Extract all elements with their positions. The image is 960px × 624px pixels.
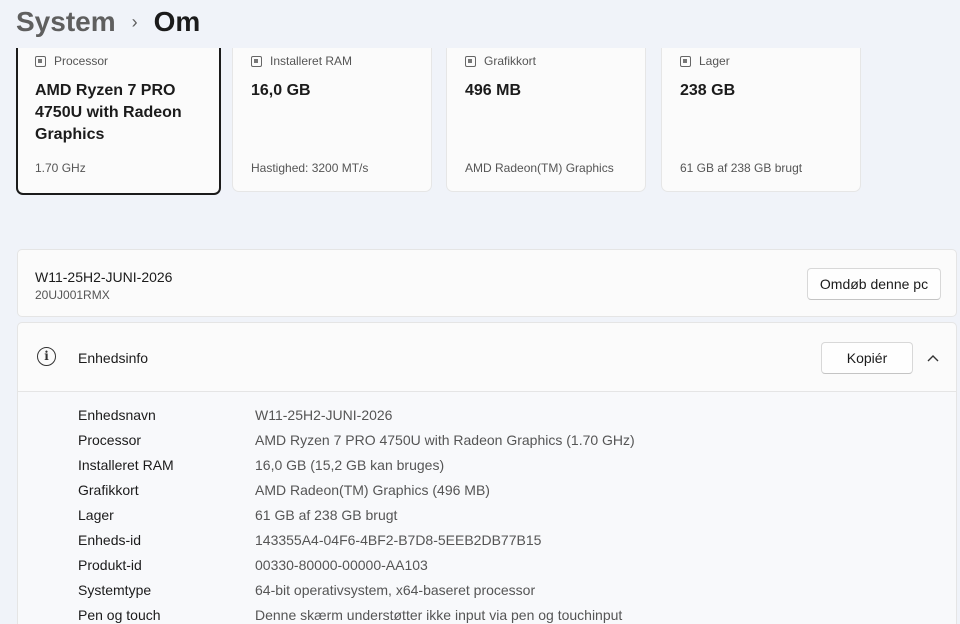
breadcrumb: System › Om bbox=[16, 0, 200, 44]
device-model: 20UJ001RMX bbox=[35, 288, 110, 302]
info-value: 143355A4-04F6-4BF2-B7D8-5EEB2DB77B15 bbox=[255, 531, 542, 548]
card-label: Installeret RAM bbox=[270, 54, 353, 68]
graphics-card-icon bbox=[465, 55, 476, 67]
info-row: Pen og touch Denne skærm understøtter ikk… bbox=[78, 602, 635, 624]
info-row: Enheds-id 143355A4-04F6-4BF2-B7D8-5EEB2DB… bbox=[78, 527, 635, 552]
info-row: Installeret RAM 16,0 GB (15,2 GB kan brug… bbox=[78, 452, 635, 477]
ram-icon bbox=[251, 55, 262, 67]
info-row: Lager 61 GB af 238 GB brugt bbox=[78, 502, 635, 527]
info-value: 61 GB af 238 GB brugt bbox=[255, 506, 398, 523]
info-key: Produkt-id bbox=[78, 556, 142, 573]
chevron-right-icon: › bbox=[131, 12, 138, 32]
breadcrumb-system[interactable]: System bbox=[16, 8, 116, 36]
info-row: Enhedsnavn W11-25H2-JUNI-2026 bbox=[78, 402, 635, 427]
info-value: 16,0 GB (15,2 GB kan bruges) bbox=[255, 456, 445, 473]
card-storage[interactable]: Lager 238 GB 61 GB af 238 GB brugt bbox=[661, 48, 861, 192]
info-icon: i bbox=[37, 347, 56, 366]
info-row: Produkt-id 00330-80000-00000-AA103 bbox=[78, 552, 635, 577]
info-row: Systemtype 64-bit operativsystem, x64-bas… bbox=[78, 577, 635, 602]
device-name-panel: W11-25H2-JUNI-2026 20UJ001RMX Omdøb denn… bbox=[17, 249, 957, 317]
info-value: Denne skærm understøtter ikke input via … bbox=[255, 606, 623, 623]
processor-icon bbox=[35, 55, 46, 67]
info-key: Lager bbox=[78, 506, 114, 523]
card-processor[interactable]: Processor AMD Ryzen 7 PRO 4750U with Rad… bbox=[16, 48, 221, 195]
storage-icon bbox=[680, 55, 691, 67]
info-key: Processor bbox=[78, 431, 142, 448]
info-key: Systemtype bbox=[78, 581, 152, 598]
card-value: AMD Ryzen 7 PRO 4750U with Radeon Graphi… bbox=[35, 82, 182, 143]
card-label: Processor bbox=[54, 54, 109, 68]
card-sub: AMD Radeon(TM) Graphics bbox=[465, 161, 614, 175]
device-info-list: Enhedsnavn W11-25H2-JUNI-2026 Processor AM… bbox=[78, 402, 635, 624]
card-graphics[interactable]: Grafikkort 496 MB AMD Radeon(TM) Graphic… bbox=[446, 48, 646, 192]
card-value: 16,0 GB bbox=[251, 82, 311, 99]
info-value: 00330-80000-00000-AA103 bbox=[255, 556, 428, 573]
info-key: Pen og touch bbox=[78, 606, 161, 623]
info-row: Grafikkort AMD Radeon(TM) Graphics (496 M… bbox=[78, 477, 635, 502]
info-key: Installeret RAM bbox=[78, 456, 174, 473]
info-row: Processor AMD Ryzen 7 PRO 4750U with Rade… bbox=[78, 427, 635, 452]
copy-button[interactable]: Kopiér bbox=[821, 342, 913, 374]
card-sub: 61 GB af 238 GB brugt bbox=[680, 161, 803, 175]
info-value: W11-25H2-JUNI-2026 bbox=[255, 406, 393, 423]
card-value: 238 GB bbox=[680, 82, 736, 99]
info-value: AMD Ryzen 7 PRO 4750U with Radeon Graphi… bbox=[255, 431, 635, 448]
card-ram[interactable]: Installeret RAM 16,0 GB Hastighed: 3200 … bbox=[232, 48, 432, 192]
card-value: 496 MB bbox=[465, 82, 522, 99]
device-info-header[interactable]: i Enhedsinfo Kopiér bbox=[18, 323, 956, 392]
info-key: Grafikkort bbox=[78, 481, 139, 498]
card-sub: 1.70 GHz bbox=[35, 161, 86, 175]
rename-pc-button[interactable]: Omdøb denne pc bbox=[807, 268, 941, 300]
info-value: 64-bit operativsystem, x64-baseret proce… bbox=[255, 581, 536, 598]
info-key: Enheds-id bbox=[78, 531, 142, 548]
device-info-panel: i Enhedsinfo Kopiér Enhedsnavn W11-25H2-J… bbox=[17, 322, 957, 624]
spec-cards: Processor AMD Ryzen 7 PRO 4750U with Rad… bbox=[16, 48, 960, 196]
info-value: AMD Radeon(TM) Graphics (496 MB) bbox=[255, 481, 490, 498]
device-info-title: Enhedsinfo bbox=[78, 350, 149, 366]
card-label: Lager bbox=[699, 54, 730, 68]
device-name: W11-25H2-JUNI-2026 bbox=[35, 269, 173, 285]
card-label: Grafikkort bbox=[484, 54, 537, 68]
chevron-up-icon[interactable] bbox=[925, 350, 941, 366]
page-title: Om bbox=[153, 6, 201, 37]
card-sub: Hastighed: 3200 MT/s bbox=[251, 161, 369, 175]
info-key: Enhedsnavn bbox=[78, 406, 156, 423]
